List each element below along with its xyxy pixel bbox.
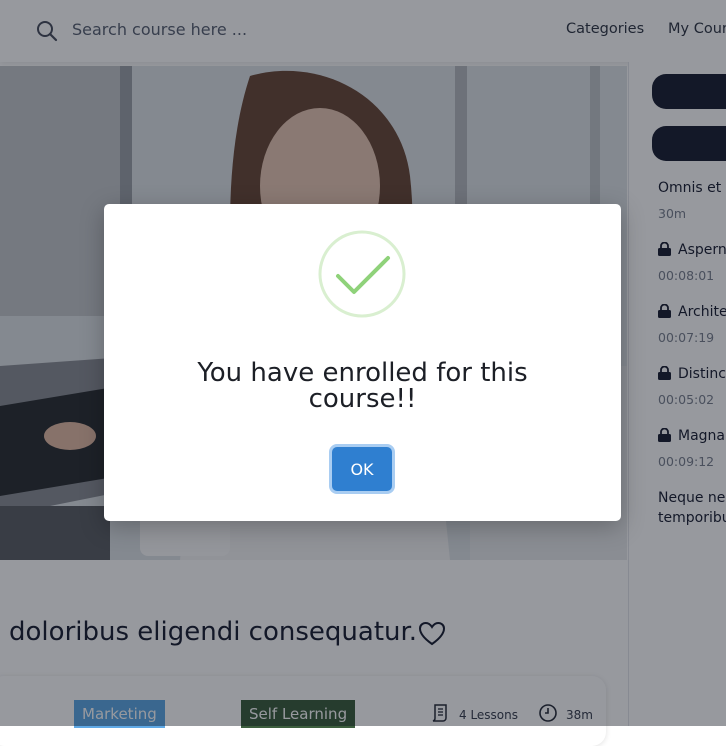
dialog-message: You have enrolled for this course!! — [197, 358, 528, 414]
ok-button[interactable]: OK — [332, 447, 392, 491]
enrollment-success-dialog: You have enrolled for this course!! OK — [104, 204, 621, 521]
success-check-icon — [318, 230, 406, 318]
